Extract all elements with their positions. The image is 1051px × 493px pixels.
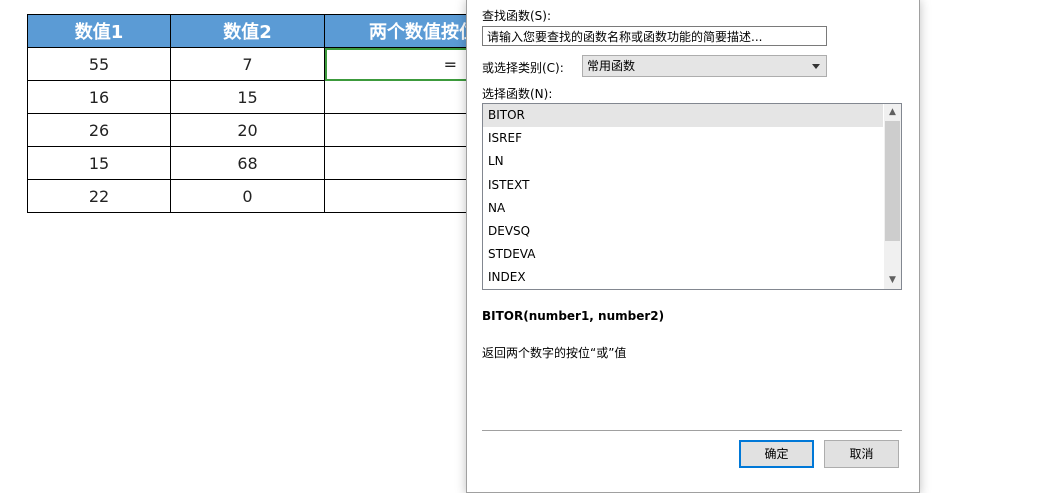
list-item[interactable]: LN (483, 150, 883, 173)
function-list[interactable]: BITOR ISREF LN ISTEXT NA DEVSQ STDEVA IN… (482, 103, 902, 290)
table-row: 22 0 (27, 179, 478, 213)
scroll-down-icon[interactable]: ▼ (884, 272, 901, 289)
cell[interactable]: 55 (27, 47, 171, 81)
table-row: 26 20 (27, 113, 478, 147)
cell[interactable]: 22 (27, 179, 171, 213)
cell[interactable]: 7 (170, 47, 325, 81)
active-cell[interactable]: = (324, 47, 478, 81)
spreadsheet-table: 数值1 数值2 两个数值按位 55 7 = 16 15 26 20 15 68 … (27, 14, 478, 213)
list-item[interactable]: ISREF (483, 127, 883, 150)
function-description: 返回两个数字的按位“或”值 (482, 346, 627, 360)
category-label: 或选择类别(C): (482, 61, 564, 75)
list-item[interactable]: NA (483, 197, 883, 220)
cell[interactable]: 20 (170, 113, 325, 147)
chevron-down-icon (812, 64, 820, 69)
column-header-value2[interactable]: 数值2 (170, 14, 325, 48)
category-value: 常用函数 (587, 59, 636, 73)
cancel-button[interactable]: 取消 (824, 440, 899, 468)
category-select[interactable]: 常用函数 (582, 55, 827, 77)
cell[interactable]: 16 (27, 80, 171, 114)
cell[interactable]: 15 (170, 80, 325, 114)
list-item[interactable]: DEVSQ (483, 220, 883, 243)
insert-function-dialog: 查找函数(S): 请输入您要查找的函数名称或函数功能的简要描述... 或选择类别… (466, 0, 920, 493)
table-row: 16 15 (27, 80, 478, 114)
cell[interactable]: 68 (170, 146, 325, 180)
scroll-up-icon[interactable]: ▲ (884, 104, 901, 121)
cell[interactable]: 15 (27, 146, 171, 180)
column-header-bitor[interactable]: 两个数值按位 (324, 14, 478, 48)
cell[interactable] (324, 146, 478, 180)
header-row: 数值1 数值2 两个数值按位 (27, 14, 478, 48)
column-header-value1[interactable]: 数值1 (27, 14, 171, 48)
cell[interactable]: 0 (170, 179, 325, 213)
list-item[interactable]: INDEX (483, 266, 883, 289)
list-item-selected[interactable]: BITOR (483, 104, 883, 128)
vertical-scrollbar[interactable]: ▲ ▼ (884, 104, 901, 289)
cell[interactable] (324, 179, 478, 213)
search-label: 查找函数(S): (482, 9, 552, 23)
list-item[interactable]: ISTEXT (483, 174, 883, 197)
function-list-label: 选择函数(N): (482, 87, 553, 101)
scrollbar-thumb[interactable] (885, 121, 900, 241)
divider (482, 430, 902, 431)
ok-button[interactable]: 确定 (739, 440, 814, 468)
cell[interactable] (324, 113, 478, 147)
cell[interactable]: 26 (27, 113, 171, 147)
cell[interactable] (324, 80, 478, 114)
list-item[interactable]: STDEVA (483, 243, 883, 266)
search-input[interactable]: 请输入您要查找的函数名称或函数功能的简要描述... (482, 26, 827, 46)
table-row: 15 68 (27, 146, 478, 180)
table-row: 55 7 = (27, 47, 478, 81)
function-signature: BITOR(number1, number2) (482, 309, 665, 323)
